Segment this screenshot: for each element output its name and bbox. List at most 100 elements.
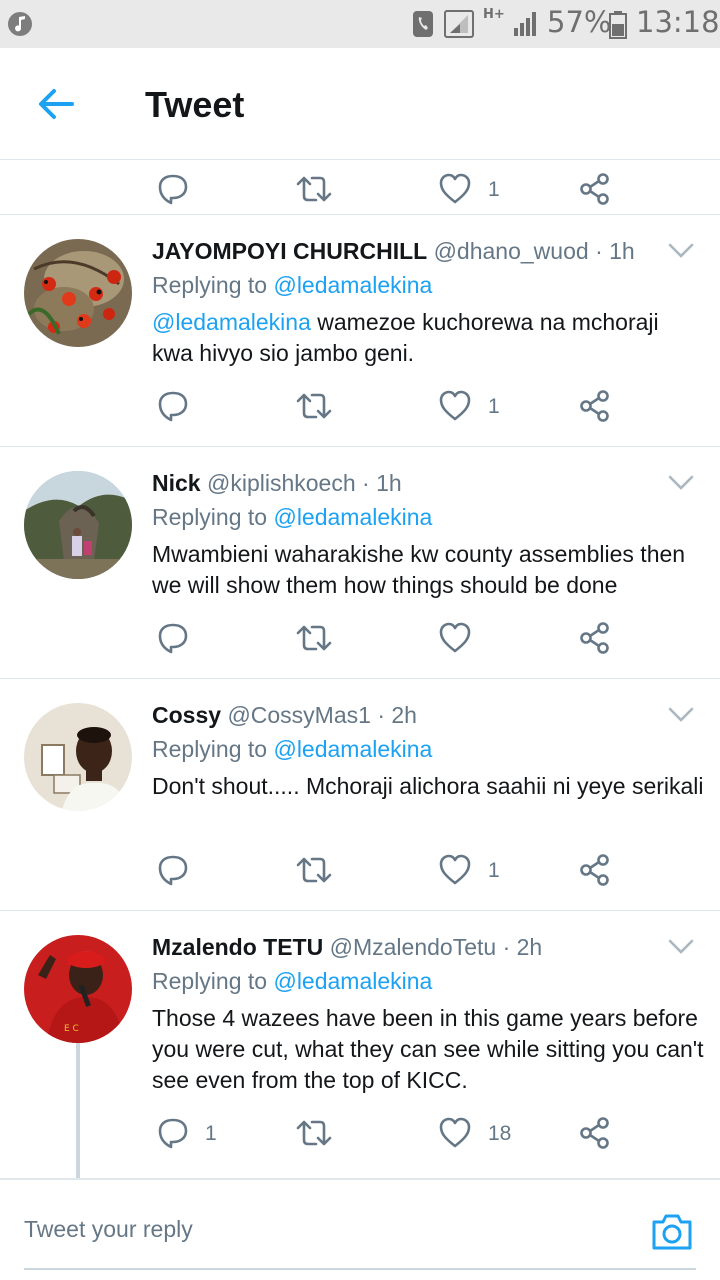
retweet-button[interactable] — [296, 853, 332, 887]
like-button[interactable] — [438, 172, 472, 206]
mention-link[interactable]: @ledamalekina — [152, 309, 311, 335]
avatar[interactable] — [24, 471, 132, 579]
timestamp: · 2h — [502, 934, 543, 960]
user-handle[interactable]: @dhano_wuod — [434, 238, 589, 264]
share-button[interactable] — [578, 621, 612, 655]
retweet-icon — [296, 393, 332, 419]
tweet-partial: 1 — [0, 160, 720, 215]
replying-to-label: Replying to — [152, 504, 268, 530]
tweet-text: Mwambieni waharakishe kw county assembli… — [152, 541, 686, 598]
battery-icon — [609, 11, 627, 39]
tweet-item[interactable]: Cossy @CossyMas1 · 2h Replying to @ledam… — [0, 679, 720, 911]
share-icon — [580, 854, 609, 886]
tweet-item[interactable]: E C Mzalendo TETU @MzalendoTetu · 2h Rep… — [0, 911, 720, 1178]
replying-to-label: Replying to — [152, 272, 268, 298]
reply-feed[interactable]: 1 JAYOMPOYI CHURCHILL @dhano_wuod · 1h R… — [0, 160, 720, 1178]
heart-icon — [439, 1117, 471, 1148]
replying-to: Replying to @ledamalekina — [152, 272, 432, 299]
like-count: 1 — [488, 395, 500, 418]
back-arrow-icon — [39, 89, 74, 119]
retweet-button[interactable] — [296, 172, 332, 206]
reply-icon — [158, 391, 188, 422]
reply-icon — [158, 1118, 188, 1149]
camera-icon — [652, 1214, 692, 1250]
clock: 13:18 — [636, 5, 720, 39]
call-icon — [413, 11, 433, 37]
replying-to: Replying to @ledamalekina — [152, 736, 432, 763]
like-count: 1 — [488, 859, 500, 882]
replying-to: Replying to @ledamalekina — [152, 968, 432, 995]
svg-text:E C: E C — [64, 1024, 79, 1034]
chevron-down-icon[interactable] — [668, 707, 694, 723]
heart-icon — [439, 390, 471, 421]
tweet-header: Mzalendo TETU @MzalendoTetu · 2h — [152, 934, 542, 961]
heart-icon — [439, 173, 471, 204]
retweet-button[interactable] — [296, 1116, 332, 1150]
reply-button[interactable] — [156, 389, 190, 423]
chevron-down-icon[interactable] — [668, 475, 694, 491]
tweet-header: Nick @kiplishkoech · 1h — [152, 470, 402, 497]
battery-percent: 57% — [547, 5, 612, 39]
tweet-item[interactable]: Nick @kiplishkoech · 1h Replying to @led… — [0, 447, 720, 679]
like-button[interactable] — [438, 389, 472, 423]
reply-composer: Tweet your reply — [0, 1178, 720, 1280]
replying-to: Replying to @ledamalekina — [152, 504, 432, 531]
replying-to-label: Replying to — [152, 968, 268, 994]
network-type-label: H+ — [483, 7, 505, 22]
share-button[interactable] — [578, 389, 612, 423]
status-bar: H+ 57% 13:18 — [0, 0, 720, 48]
reply-button[interactable] — [156, 621, 190, 655]
replying-to-label: Replying to — [152, 736, 268, 762]
reply-button[interactable] — [156, 172, 190, 206]
tweet-header: Cossy @CossyMas1 · 2h — [152, 702, 417, 729]
share-icon — [580, 622, 609, 654]
music-note-icon — [8, 12, 32, 36]
reply-icon — [158, 174, 188, 205]
user-handle[interactable]: @CossyMas1 — [227, 702, 371, 728]
mention-link[interactable]: @ledamalekina — [273, 272, 432, 298]
like-button[interactable] — [438, 1116, 472, 1150]
timestamp: · 2h — [377, 702, 417, 728]
share-button[interactable] — [578, 853, 612, 887]
timestamp: · 1h — [595, 238, 635, 264]
heart-icon — [439, 854, 471, 885]
retweet-icon — [296, 176, 332, 202]
tweet-item[interactable]: JAYOMPOYI CHURCHILL @dhano_wuod · 1h Rep… — [0, 215, 720, 447]
like-button[interactable] — [438, 853, 472, 887]
retweet-button[interactable] — [296, 389, 332, 423]
cellular-signal-icon — [514, 12, 536, 36]
avatar[interactable] — [24, 703, 132, 811]
reply-button[interactable] — [156, 1116, 190, 1150]
display-name[interactable]: Cossy — [152, 702, 221, 728]
like-count: 1 — [488, 178, 500, 201]
mention-link[interactable]: @ledamalekina — [273, 504, 432, 530]
page-title: Tweet — [145, 84, 245, 125]
mention-link[interactable]: @ledamalekina — [273, 736, 432, 762]
mention-link[interactable]: @ledamalekina — [273, 968, 432, 994]
user-handle[interactable]: @MzalendoTetu — [330, 934, 497, 960]
retweet-icon — [296, 857, 332, 883]
input-underline — [24, 1268, 696, 1270]
share-button[interactable] — [578, 172, 612, 206]
display-name[interactable]: JAYOMPOYI CHURCHILL — [152, 238, 427, 264]
retweet-icon — [296, 1120, 332, 1146]
share-icon — [580, 173, 609, 205]
display-name[interactable]: Mzalendo TETU — [152, 934, 323, 960]
reply-icon — [158, 855, 188, 886]
user-handle[interactable]: @kiplishkoech — [207, 470, 356, 496]
avatar[interactable] — [24, 239, 132, 347]
reply-button[interactable] — [156, 853, 190, 887]
like-button[interactable] — [438, 621, 472, 655]
display-name[interactable]: Nick — [152, 470, 201, 496]
share-icon — [580, 1117, 609, 1149]
reply-icon — [158, 623, 188, 654]
chevron-down-icon[interactable] — [668, 243, 694, 259]
tweet-text: @ledamalekina wamezoe kuchorewa na mchor… — [152, 307, 704, 369]
back-button[interactable] — [34, 84, 78, 124]
reply-input[interactable]: Tweet your reply — [24, 1216, 193, 1243]
chevron-down-icon[interactable] — [668, 939, 694, 955]
share-button[interactable] — [578, 1116, 612, 1150]
camera-button[interactable] — [650, 1212, 694, 1252]
avatar[interactable]: E C — [24, 935, 132, 1043]
retweet-button[interactable] — [296, 621, 332, 655]
